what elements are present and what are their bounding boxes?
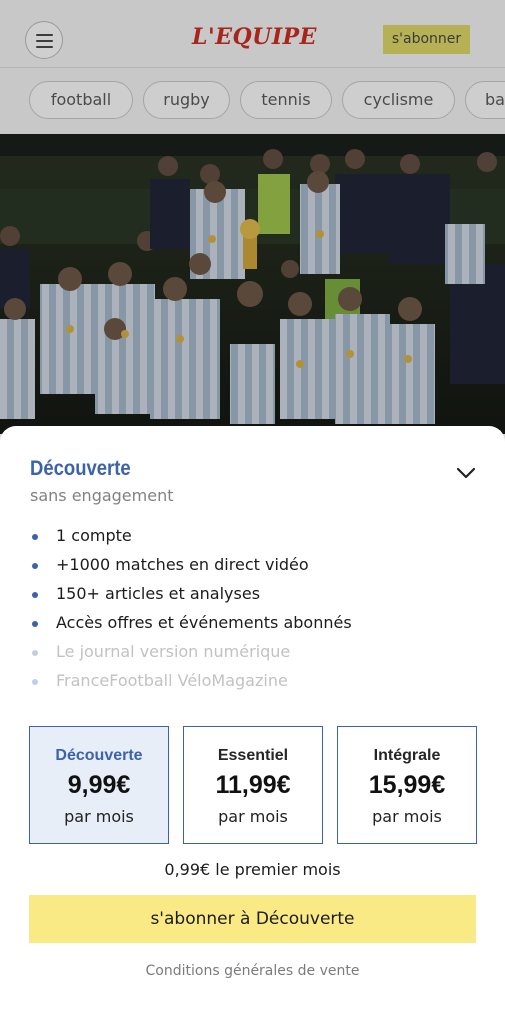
chip-basket[interactable]: ba	[465, 81, 505, 119]
subscribe-cta-button[interactable]: s'abonner à Découverte	[29, 895, 476, 943]
sport-chips-bar: football rugby tennis cyclisme ba	[0, 68, 505, 134]
feature-item: Accès offres et événements abonnés	[30, 611, 352, 640]
hamburger-menu-icon[interactable]	[25, 21, 63, 59]
promo-text: 0,99€ le premier mois	[164, 860, 341, 879]
bullet-icon	[32, 534, 38, 540]
chip-football[interactable]: football	[29, 81, 133, 119]
plan-card-essentiel[interactable]: Essentiel 11,99€ par mois	[183, 726, 323, 844]
top-header: L'EQUIPE s'abonner	[0, 0, 505, 68]
hero-photo[interactable]	[0, 134, 505, 434]
plan-name: Découverte	[55, 747, 143, 764]
feature-item-excluded: FranceFootball VéloMagazine	[30, 669, 352, 698]
feature-list: 1 compte +1000 matches en direct vidéo 1…	[30, 524, 352, 698]
plan-period: par mois	[218, 807, 288, 826]
plan-title: Découverte	[30, 457, 131, 480]
bullet-icon	[32, 679, 38, 685]
plan-price: 11,99€	[215, 771, 291, 799]
feature-item: 1 compte	[30, 524, 352, 553]
bullet-icon	[32, 621, 38, 627]
chevron-down-icon[interactable]	[455, 462, 477, 484]
plan-price: 15,99€	[368, 771, 446, 799]
plan-period: par mois	[64, 807, 134, 826]
bullet-icon	[32, 563, 38, 569]
bullet-icon	[32, 650, 38, 656]
chip-cyclisme[interactable]: cyclisme	[342, 81, 455, 119]
subscription-bottom-sheet: Découverte sans engagement 1 compte +100…	[0, 426, 505, 1024]
celebration-photo-image	[0, 134, 505, 434]
chip-tennis[interactable]: tennis	[240, 81, 332, 119]
terms-link[interactable]: Conditions générales de vente	[0, 963, 505, 979]
chip-rugby[interactable]: rugby	[143, 81, 230, 119]
feature-item: +1000 matches en direct vidéo	[30, 553, 352, 582]
plan-name: Essentiel	[217, 747, 289, 764]
plan-period: par mois	[372, 807, 442, 826]
header-subscribe-button[interactable]: s'abonner	[383, 25, 470, 54]
lequipe-logo[interactable]: L'EQUIPE	[192, 24, 317, 50]
bullet-icon	[32, 592, 38, 598]
plan-card-integrale[interactable]: Intégrale 15,99€ par mois	[337, 726, 477, 844]
plan-name: Intégrale	[373, 747, 441, 764]
plan-card-decouverte[interactable]: Découverte 9,99€ par mois	[29, 726, 169, 844]
plan-price: 9,99€	[67, 771, 131, 799]
plan-subtitle: sans engagement	[30, 486, 174, 505]
feature-item-excluded: Le journal version numérique	[30, 640, 352, 669]
feature-item: 150+ articles et analyses	[30, 582, 352, 611]
